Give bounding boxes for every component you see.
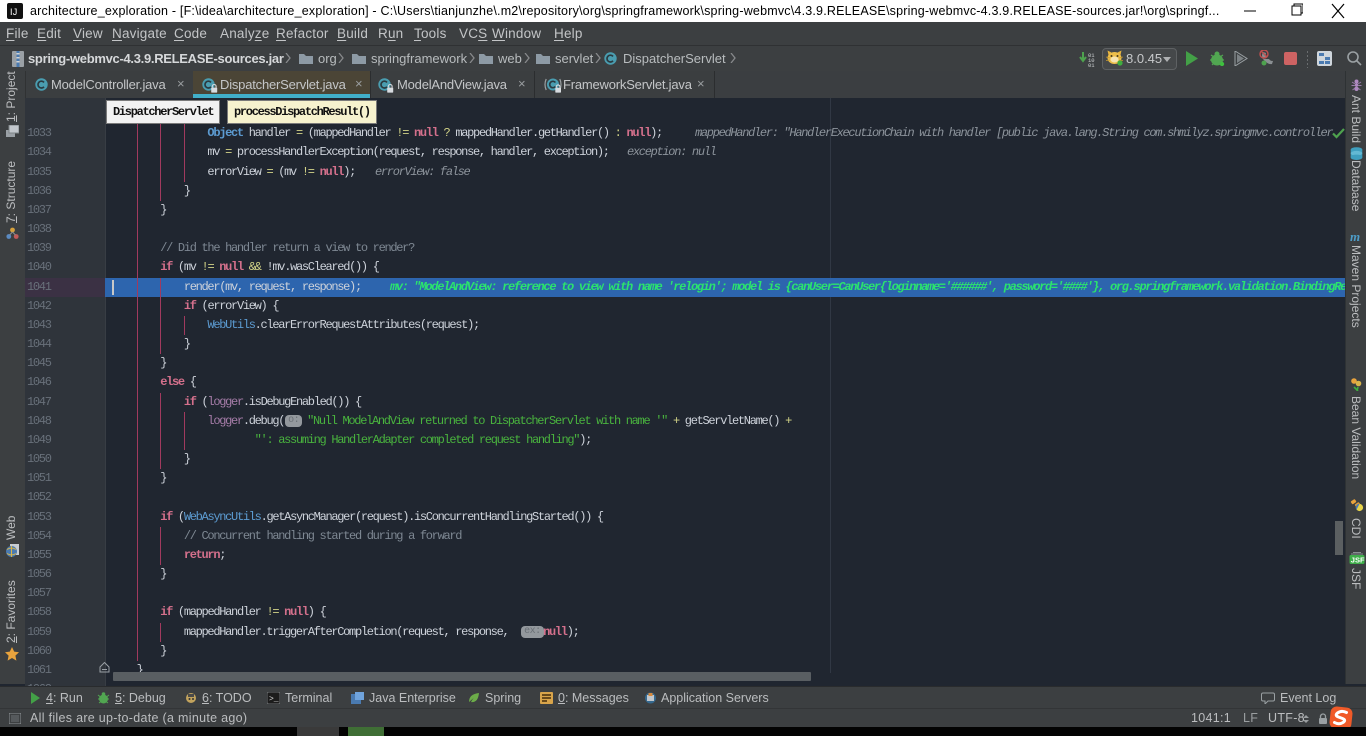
svg-text:01: 01: [1088, 62, 1095, 67]
svg-text:>_: >_: [269, 695, 279, 704]
svg-text:m: m: [1350, 230, 1360, 243]
svg-text:IJ: IJ: [10, 7, 17, 17]
svg-text:JSF: JSF: [1351, 556, 1365, 565]
